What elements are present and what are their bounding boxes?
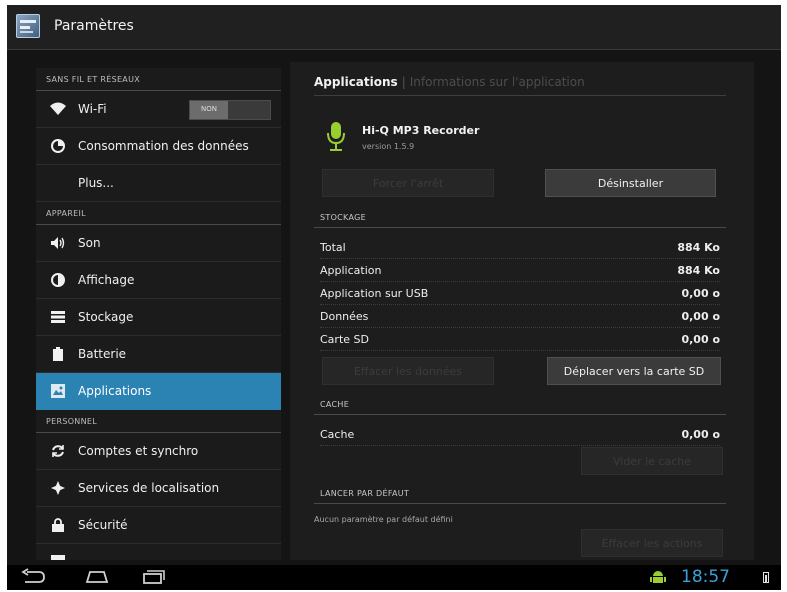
clear-cache-button[interactable]: Vider le cache bbox=[581, 447, 723, 475]
storage-row: Application sur USB 0,00 o bbox=[320, 284, 720, 305]
storage-icon bbox=[50, 309, 66, 325]
storage-label: Données bbox=[320, 310, 369, 323]
data-usage-icon bbox=[50, 138, 66, 154]
cache-row: Cache 0,00 o bbox=[320, 425, 720, 446]
breadcrumb-separator: | bbox=[401, 75, 406, 89]
recent-apps-icon[interactable] bbox=[139, 567, 167, 587]
microphone-icon bbox=[327, 122, 345, 152]
storage-label: Carte SD bbox=[320, 333, 369, 346]
storage-row: Données 0,00 o bbox=[320, 307, 720, 328]
sidebar-item-label: Wi-Fi bbox=[78, 102, 107, 116]
sidebar-item-accounts-sync[interactable]: Comptes et synchro bbox=[36, 433, 281, 470]
toggle-state: NON bbox=[201, 105, 217, 113]
tab-app-info: Informations sur l'application bbox=[409, 75, 585, 89]
android-notification-icon[interactable] bbox=[650, 569, 666, 585]
sidebar-item-label: Plus... bbox=[78, 176, 114, 190]
sidebar-item-location[interactable]: Services de localisation bbox=[36, 470, 281, 507]
sidebar-item-label: Consommation des données bbox=[78, 139, 249, 153]
storage-label: Application bbox=[320, 264, 382, 277]
sidebar-item-label: Stockage bbox=[78, 310, 134, 324]
sidebar-item-display[interactable]: Affichage bbox=[36, 262, 281, 299]
section-label: PERSONNEL bbox=[46, 417, 97, 426]
sidebar-item-label: Batterie bbox=[78, 347, 127, 361]
section-header-wireless: SANS FIL ET RÉSEAUX bbox=[36, 68, 281, 91]
sidebar-item-more[interactable]: Plus... bbox=[36, 165, 281, 202]
storage-row: Application 884 Ko bbox=[320, 261, 720, 282]
sidebar-item-label: Applications bbox=[78, 384, 152, 398]
applications-icon bbox=[50, 383, 66, 399]
app-name: Hi-Q MP3 Recorder bbox=[362, 124, 480, 137]
clear-data-button[interactable]: Effacer les données bbox=[322, 357, 494, 385]
brightness-icon bbox=[50, 272, 66, 288]
section-header-personal: PERSONNEL bbox=[36, 410, 281, 433]
action-bar: Paramètres bbox=[7, 5, 781, 50]
settings-sidebar: SANS FIL ET RÉSEAUX Wi-Fi NON Consommati… bbox=[36, 68, 281, 560]
move-to-sd-button[interactable]: Déplacer vers la carte SD bbox=[547, 357, 721, 385]
sidebar-item-storage[interactable]: Stockage bbox=[36, 299, 281, 336]
battery-icon bbox=[50, 346, 66, 362]
lock-icon bbox=[50, 517, 66, 533]
toggle-knob: NON bbox=[190, 101, 228, 119]
home-icon[interactable] bbox=[83, 567, 111, 587]
sidebar-item-label: Sécurité bbox=[78, 518, 128, 532]
section-label: SANS FIL ET RÉSEAUX bbox=[46, 75, 141, 84]
cache-label: Cache bbox=[320, 428, 355, 441]
storage-value: 0,00 o bbox=[681, 287, 720, 300]
sidebar-item-applications[interactable]: Applications bbox=[36, 373, 281, 410]
storage-value: 884 Ko bbox=[677, 264, 720, 277]
section-label: STOCKAGE bbox=[320, 213, 366, 222]
defaults-description: Aucun paramètre par défaut défini bbox=[314, 515, 453, 524]
sidebar-item-security[interactable]: Sécurité bbox=[36, 507, 281, 544]
clock[interactable]: 18:57 bbox=[681, 567, 730, 587]
app-version: version 1.5.9 bbox=[362, 142, 415, 151]
sidebar-item-label: Affichage bbox=[78, 273, 135, 287]
system-bar: 18:57 bbox=[7, 565, 781, 590]
clear-defaults-button[interactable]: Effacer les actions bbox=[581, 529, 723, 557]
app-info-panel: Applications | Informations sur l'applicat… bbox=[290, 62, 754, 560]
defaults-section-header: LANCER PAR DÉFAUT bbox=[314, 487, 726, 504]
section-label: LANCER PAR DÉFAUT bbox=[320, 489, 410, 498]
sync-icon bbox=[50, 443, 66, 459]
page-title: Paramètres bbox=[54, 18, 134, 34]
sidebar-item-partial[interactable] bbox=[36, 544, 281, 560]
speaker-icon bbox=[50, 235, 66, 251]
section-header-device: APPAREIL bbox=[36, 202, 281, 225]
section-label: CACHE bbox=[320, 400, 350, 409]
storage-value: 0,00 o bbox=[681, 333, 720, 346]
tab-applications[interactable]: Applications bbox=[314, 75, 398, 89]
breadcrumb: Applications | Informations sur l'applicat… bbox=[314, 75, 585, 89]
sidebar-item-battery[interactable]: Batterie bbox=[36, 336, 281, 373]
tablet-screen: Paramètres SANS FIL ET RÉSEAUX Wi-Fi NON… bbox=[7, 5, 781, 590]
force-stop-button[interactable]: Forcer l'arrêt bbox=[322, 169, 494, 197]
sidebar-item-wifi[interactable]: Wi-Fi NON bbox=[36, 91, 281, 128]
sidebar-item-data-usage[interactable]: Consommation des données bbox=[36, 128, 281, 165]
language-icon bbox=[50, 554, 66, 560]
storage-row: Carte SD 0,00 o bbox=[320, 330, 720, 351]
storage-value: 884 Ko bbox=[677, 241, 720, 254]
sidebar-item-label: Services de localisation bbox=[78, 481, 220, 495]
storage-label: Application sur USB bbox=[320, 287, 429, 300]
header-divider bbox=[314, 95, 726, 96]
sidebar-item-label: Son bbox=[78, 236, 101, 250]
uninstall-button[interactable]: Désinstaller bbox=[545, 169, 716, 197]
storage-label: Total bbox=[320, 241, 346, 254]
sidebar-item-label: Comptes et synchro bbox=[78, 444, 199, 458]
section-label: APPAREIL bbox=[46, 209, 86, 218]
back-icon[interactable] bbox=[19, 567, 47, 587]
cache-value: 0,00 o bbox=[681, 428, 720, 441]
settings-app-icon[interactable] bbox=[16, 14, 40, 38]
sidebar-item-sound[interactable]: Son bbox=[36, 225, 281, 262]
cache-section-header: CACHE bbox=[314, 398, 726, 415]
wifi-icon bbox=[50, 101, 66, 117]
location-icon bbox=[50, 480, 66, 496]
wifi-toggle[interactable]: NON bbox=[189, 100, 271, 120]
storage-row: Total 884 Ko bbox=[320, 238, 720, 259]
storage-value: 0,00 o bbox=[681, 310, 720, 323]
battery-status-icon[interactable] bbox=[763, 572, 769, 583]
storage-section-header: STOCKAGE bbox=[314, 211, 726, 228]
